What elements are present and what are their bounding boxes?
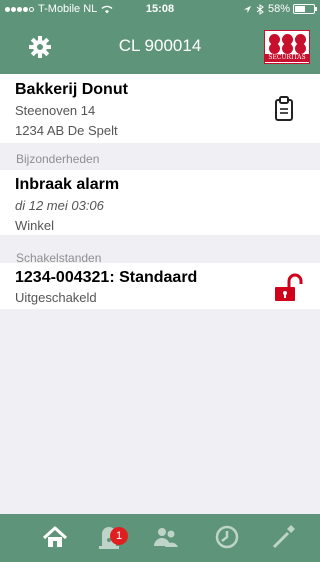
tools-tab-icon[interactable] [268,522,298,552]
unlocked-padlock-icon [275,273,303,301]
status-right: 58% [243,3,317,15]
clipboard-icon[interactable] [274,96,294,122]
history-clock-tab-icon[interactable] [212,522,242,552]
event-title: Inbraak alarm [15,176,120,193]
details-section-header: Bijzonderheden [16,152,100,166]
alarm-event-cell[interactable]: Inbraak alarm di 12 mei 03:06 Winkel [0,170,320,235]
location-arrow-icon [243,5,252,13]
logo-circles-bottom [269,43,308,54]
battery-fill [295,6,305,12]
event-time: di 12 mei 03:06 [15,198,104,213]
alarm-notification-badge: 1 [110,527,128,545]
status-bar: T-Mobile NL 15:08 58% [0,0,320,20]
tab-bar [0,514,320,562]
event-location: Winkel [15,218,55,233]
address-cell[interactable]: Bakkerij Donut Steenoven 14 1234 AB De S… [0,74,320,143]
navigation-bar: CL 900014 SECURITAS [0,20,320,74]
contacts-tab-icon[interactable] [151,522,181,552]
switch-state-status: Uitgeschakeld [15,290,97,305]
switch-state-title: 1234-004321: Standaard [15,269,198,286]
street-address: Steenoven 14 [15,103,96,118]
bluetooth-icon [256,3,264,15]
postal-city: 1234 AB De Spelt [15,123,118,138]
logo-wordmark: SECURITAS [265,54,309,62]
securitas-logo: SECURITAS [264,30,310,64]
battery-percentage: 58% [267,3,290,15]
switch-state-cell[interactable]: 1234-004321: Standaard Uitgeschakeld [0,263,320,309]
home-tab-icon[interactable] [40,522,70,552]
battery-icon [293,4,317,14]
customer-name: Bakkerij Donut [15,81,128,98]
